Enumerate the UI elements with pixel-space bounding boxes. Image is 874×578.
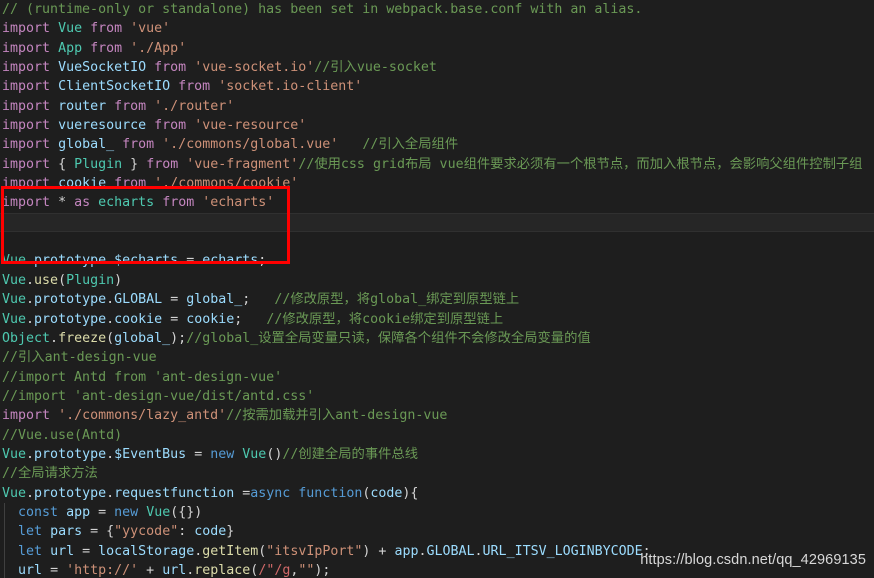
code-line[interactable]: Vue.prototype.requestfunction =async fun… bbox=[0, 484, 874, 503]
code-line[interactable]: //Vue.use(Antd) bbox=[0, 426, 874, 445]
code-line[interactable]: import App from './App' bbox=[0, 39, 874, 58]
code-line[interactable]: //引入ant-design-vue bbox=[0, 348, 874, 367]
code-line[interactable]: import global_ from './commons/global.vu… bbox=[0, 135, 874, 154]
code-line[interactable]: Object.freeze(global_);//global_设置全局变量只读… bbox=[0, 329, 874, 348]
code-line[interactable]: Vue.prototype.$EventBus = new Vue()//创建全… bbox=[0, 445, 874, 464]
code-line[interactable]: const app = new Vue({}) bbox=[0, 502, 874, 523]
code-line[interactable]: import router from './router' bbox=[0, 97, 874, 116]
watermark-url: https://blog.csdn.net/qq_42969135 bbox=[640, 552, 866, 568]
code-line[interactable]: import vueresource from 'vue-resource' bbox=[0, 116, 874, 135]
code-line[interactable]: //全局请求方法 bbox=[0, 464, 874, 483]
code-line[interactable]: Vue.prototype.cookie = cookie; //修改原型，将c… bbox=[0, 310, 874, 329]
code-line[interactable]: import cookie from './commons/cookie' bbox=[0, 174, 874, 193]
code-line[interactable]: let pars = {"yycode": code} bbox=[0, 522, 874, 542]
code-line[interactable]: //import 'ant-design-vue/dist/antd.css' bbox=[0, 387, 874, 406]
code-line[interactable] bbox=[0, 232, 874, 251]
code-line[interactable]: import Vue from 'vue' bbox=[0, 19, 874, 38]
code-editor[interactable]: // (runtime-only or standalone) has been… bbox=[0, 0, 874, 578]
code-line[interactable]: import { Plugin } from 'vue-fragment'//使… bbox=[0, 155, 874, 174]
code-line[interactable]: Vue.prototype.$echarts = echarts; bbox=[0, 251, 874, 270]
code-line[interactable]: import ClientSocketIO from 'socket.io-cl… bbox=[0, 77, 874, 96]
code-line[interactable]: Vue.prototype.GLOBAL = global_; //修改原型，将… bbox=[0, 290, 874, 309]
code-line[interactable]: import * as echarts from 'echarts' bbox=[0, 193, 874, 212]
code-line[interactable]: Vue.use(Plugin) bbox=[0, 271, 874, 290]
code-line[interactable]: //import Antd from 'ant-design-vue' bbox=[0, 368, 874, 387]
code-line-active[interactable] bbox=[0, 212, 874, 233]
code-line[interactable]: // (runtime-only or standalone) has been… bbox=[0, 0, 874, 19]
code-line[interactable]: import VueSocketIO from 'vue-socket.io'/… bbox=[0, 58, 874, 77]
code-line[interactable]: import './commons/lazy_antd'//按需加载并引入ant… bbox=[0, 406, 874, 425]
code-lines-container[interactable]: // (runtime-only or standalone) has been… bbox=[0, 0, 874, 578]
